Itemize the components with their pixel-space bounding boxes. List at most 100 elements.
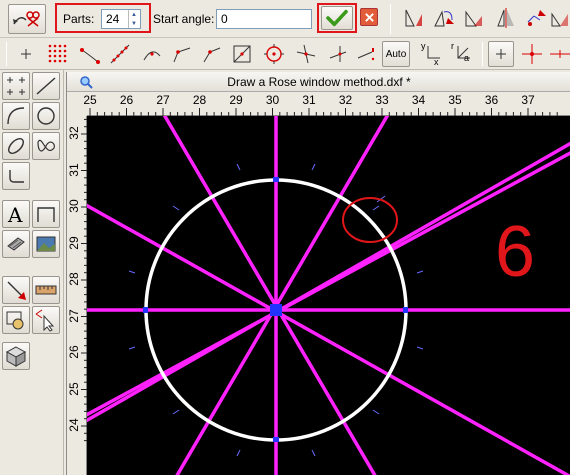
- middle-icon: [173, 47, 191, 63]
- 3d-tool-button[interactable]: [2, 342, 30, 370]
- y-tick-label: 27: [67, 308, 81, 323]
- points-icon: [7, 77, 25, 95]
- svg-text:A: A: [7, 203, 23, 226]
- array-icon: [551, 12, 568, 27]
- modify-tool-button[interactable]: [2, 276, 30, 304]
- image-tool-button[interactable]: [32, 230, 60, 258]
- auto-snap-button[interactable]: Auto: [382, 41, 410, 67]
- pencil-edit-icon: [7, 281, 26, 300]
- snap-distance-button[interactable]: [198, 40, 226, 68]
- scale-tool-button[interactable]: [460, 4, 488, 32]
- x-tick-label: 36: [484, 93, 499, 107]
- x-tick-label: 32: [338, 93, 353, 107]
- scissors-back-icon: [13, 11, 40, 27]
- snap-middle-button[interactable]: [168, 40, 196, 68]
- tangent-icon: [357, 48, 375, 61]
- start-angle-label: Start angle:: [153, 12, 215, 26]
- mirror-tool-button[interactable]: [400, 4, 428, 32]
- drawing-canvas[interactable]: 6: [87, 116, 570, 475]
- block-tool-button[interactable]: [2, 306, 30, 334]
- array-tool-button[interactable]: [548, 4, 570, 32]
- move-tool-button[interactable]: [522, 4, 550, 32]
- block-shapes-icon: [6, 311, 24, 330]
- circle-tool-button[interactable]: [32, 102, 60, 130]
- parts-spinner[interactable]: ▲ ▼: [128, 10, 139, 28]
- line-tool-button[interactable]: [32, 72, 60, 100]
- vertical-ruler: 32 31 30 29 28 27 26 25 24: [67, 116, 87, 475]
- points-tool-button[interactable]: [2, 72, 30, 100]
- spline-tool-button[interactable]: [32, 132, 60, 160]
- polar-coord-button[interactable]: r a: [448, 40, 476, 68]
- document-magnifier-icon[interactable]: [79, 75, 93, 89]
- options-toolbar: Parts: 24 ▲ ▼ Start angle: 0: [0, 0, 570, 38]
- snap-endpoint-button[interactable]: [76, 40, 104, 68]
- plus-cross-icon: [496, 49, 506, 59]
- perpendicular-icon: [329, 46, 347, 62]
- x-tick-label: 31: [302, 93, 316, 107]
- triangle-scale-icon: [465, 10, 482, 27]
- snap-free-button[interactable]: [12, 40, 40, 68]
- distance-icon: [203, 47, 221, 63]
- dimension-tool-button[interactable]: [32, 200, 60, 228]
- restrict-horizontal-button[interactable]: [546, 40, 570, 68]
- arc-tool-button[interactable]: [2, 102, 30, 130]
- select-cursor-icon: [35, 309, 55, 332]
- x-tick-label: 25: [83, 93, 97, 107]
- spin-up-icon[interactable]: ▲: [129, 10, 139, 19]
- snap-intersection-button[interactable]: [228, 40, 256, 68]
- triangle-rotate-icon: [434, 10, 454, 27]
- snap-on-entity-button[interactable]: [106, 40, 134, 68]
- x-tick-label: 26: [119, 93, 134, 107]
- restrict-nothing-button[interactable]: [488, 41, 514, 67]
- image-icon: [36, 236, 56, 252]
- x-tick-label: 30: [265, 93, 280, 107]
- snap-circle-center-button[interactable]: [260, 40, 288, 68]
- polyline-tool-button[interactable]: [2, 162, 30, 190]
- x-tick-label: 34: [411, 93, 426, 107]
- cancel-button[interactable]: [360, 8, 378, 26]
- parts-label: Parts:: [63, 12, 95, 26]
- rotate-tool-button[interactable]: [430, 4, 458, 32]
- horizontal-ruler: 25 26 27 28 29 30 31 32 33 34 35 36 37: [83, 92, 570, 116]
- cube-icon: [5, 346, 27, 367]
- ellipse-tool-button[interactable]: [2, 132, 30, 160]
- spin-down-icon[interactable]: ▼: [129, 19, 139, 28]
- accept-button[interactable]: [321, 6, 353, 30]
- rose-window-drawing[interactable]: [87, 116, 570, 475]
- snap-perpendicular-button[interactable]: [324, 40, 352, 68]
- back-button[interactable]: [8, 4, 46, 34]
- relative-coord-button[interactable]: y x: [418, 40, 446, 68]
- line-icon: [36, 77, 56, 95]
- flip-tool-button[interactable]: [492, 4, 520, 32]
- measure-tool-button[interactable]: [32, 276, 60, 304]
- hatch-tool-button[interactable]: [2, 230, 30, 258]
- spline-icon: [37, 139, 55, 152]
- crosshair-plus-icon: [21, 49, 31, 59]
- snap-quadrant-button[interactable]: [292, 40, 320, 68]
- x-tick-label: 33: [375, 93, 389, 107]
- quadrant-icon: [296, 44, 316, 64]
- restrict-orthogonal-button[interactable]: [518, 40, 546, 68]
- center-icon: [143, 51, 161, 61]
- checkmark-icon: [326, 9, 348, 27]
- snap-center-button[interactable]: [138, 40, 166, 68]
- y-tick-label: 32: [67, 126, 81, 140]
- dimension-icon: [37, 207, 55, 222]
- triangle-mirror-icon: [405, 9, 422, 27]
- ortho-cross-icon: [522, 44, 542, 64]
- select-tool-button[interactable]: [32, 306, 60, 334]
- triangle-flip-icon: [497, 8, 514, 28]
- ellipse-icon: [8, 138, 24, 154]
- drawing-title-bar: Draw a Rose window method.dxf *: [67, 72, 570, 92]
- polyline-icon: [9, 170, 24, 183]
- ruler-icon: [35, 285, 57, 295]
- start-angle-input[interactable]: 0: [216, 9, 312, 29]
- snap-toolbar: Auto y x r a: [0, 38, 570, 70]
- drawing-title: Draw a Rose window method.dxf *: [227, 75, 411, 89]
- snap-grid-button[interactable]: [44, 40, 72, 68]
- x-tick-label: 35: [448, 93, 462, 107]
- snap-tangent-button[interactable]: [352, 40, 380, 68]
- endpoint-icon: [80, 48, 100, 64]
- text-tool-button[interactable]: A: [2, 200, 30, 228]
- y-tick-label: 26: [67, 345, 81, 359]
